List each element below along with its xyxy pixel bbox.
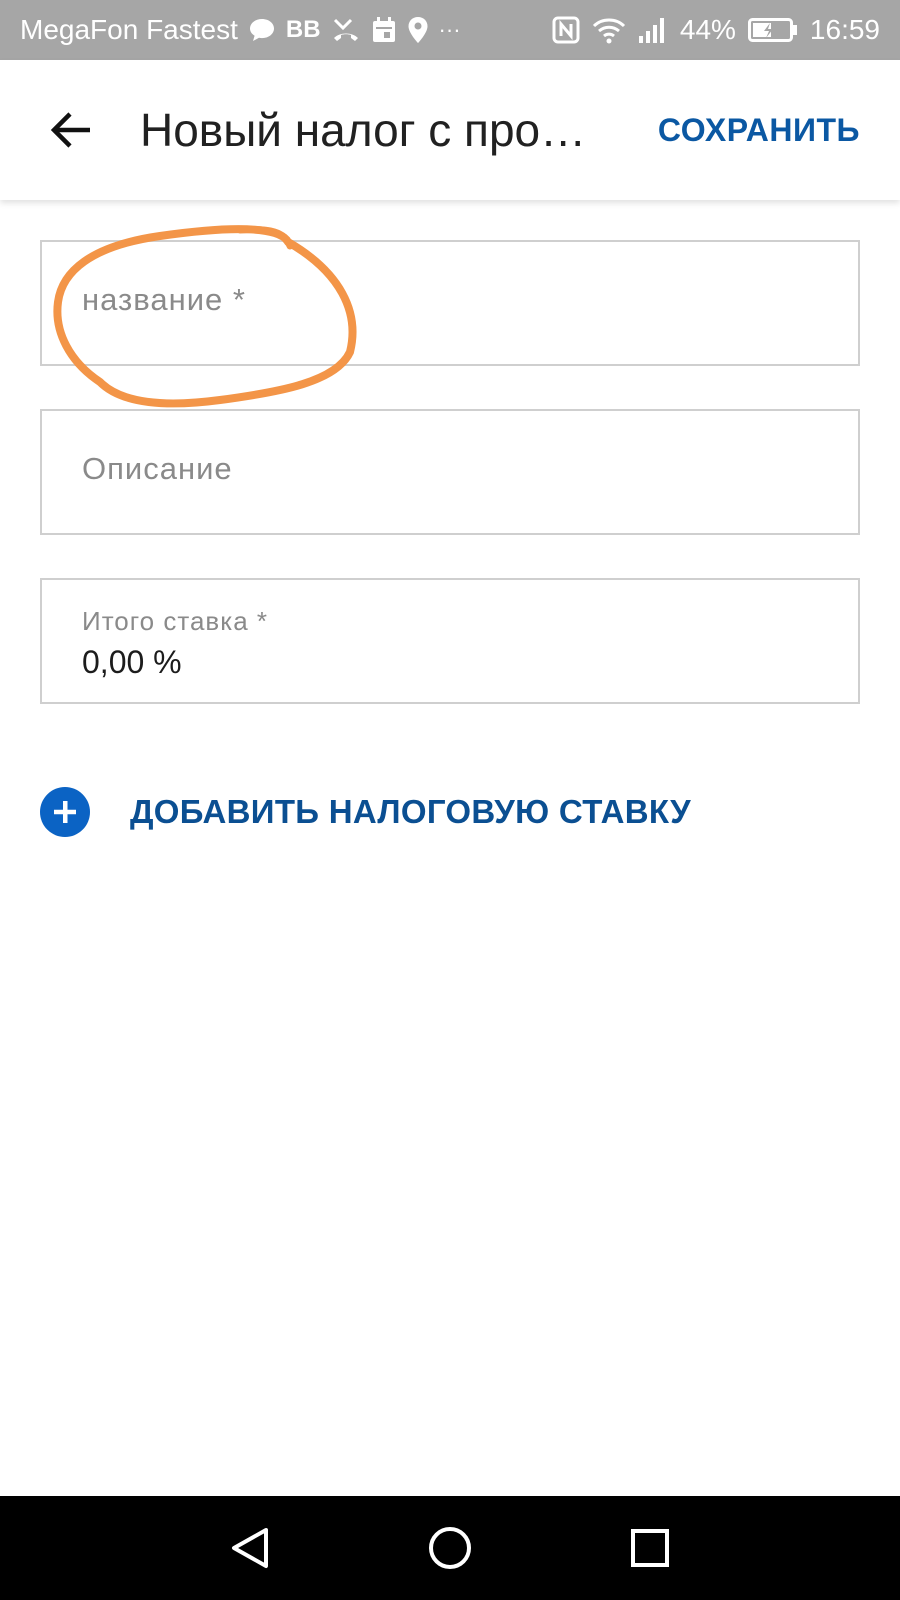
battery-icon xyxy=(747,17,798,43)
nav-back-triangle-icon xyxy=(232,1528,268,1568)
missed-call-icon xyxy=(331,16,361,44)
chat-bubble-icon xyxy=(248,17,276,43)
location-pin-icon xyxy=(407,16,429,44)
nfc-icon xyxy=(552,16,580,44)
status-bar-left: MegaFon Fastest BB ··· xyxy=(20,14,552,46)
more-notifications: ··· xyxy=(438,17,461,42)
nav-home-button[interactable] xyxy=(422,1520,478,1576)
nav-recent-square-icon xyxy=(631,1529,669,1567)
status-bar-right: 44% 16:59 xyxy=(552,14,880,46)
save-button[interactable]: СОХРАНИТЬ xyxy=(658,108,860,152)
total-rate-value: 0,00 % xyxy=(82,644,182,680)
page-title: Новый налог с про… xyxy=(140,104,587,156)
nav-back-button[interactable] xyxy=(222,1520,278,1576)
add-tax-rate-button[interactable]: ДОБАВИТЬ НАЛОГОВУЮ СТАВКУ xyxy=(40,786,691,838)
description-field[interactable]: Описание xyxy=(40,409,860,535)
battery-percent: 44% xyxy=(679,14,736,45)
arrow-left-icon xyxy=(50,112,90,148)
plus-circle-icon xyxy=(40,787,90,837)
nav-home-circle-icon xyxy=(429,1527,471,1569)
nav-recent-button[interactable] xyxy=(622,1520,678,1576)
total-rate-field[interactable]: Итого ставка * 0,00 % xyxy=(40,578,860,704)
carrier-name: MegaFon Fastest xyxy=(20,14,238,45)
name-field-placeholder: название * xyxy=(82,282,246,317)
add-tax-rate-label: ДОБАВИТЬ НАЛОГОВУЮ СТАВКУ xyxy=(130,793,691,830)
signal-icon xyxy=(638,16,668,44)
total-rate-label: Итого ставка * xyxy=(82,606,268,636)
description-field-placeholder: Описание xyxy=(82,451,233,486)
status-extra-label: BB xyxy=(285,16,321,43)
clock: 16:59 xyxy=(809,14,880,45)
system-nav-bar xyxy=(0,1496,900,1600)
calendar-icon xyxy=(371,16,397,44)
status-bar: MegaFon Fastest BB ··· 44% 16:59 xyxy=(0,0,900,60)
wifi-icon xyxy=(592,16,626,44)
app-bar: Новый налог с про… СОХРАНИТЬ xyxy=(0,60,900,200)
name-field[interactable]: название * xyxy=(40,240,860,366)
back-button[interactable] xyxy=(40,102,100,158)
